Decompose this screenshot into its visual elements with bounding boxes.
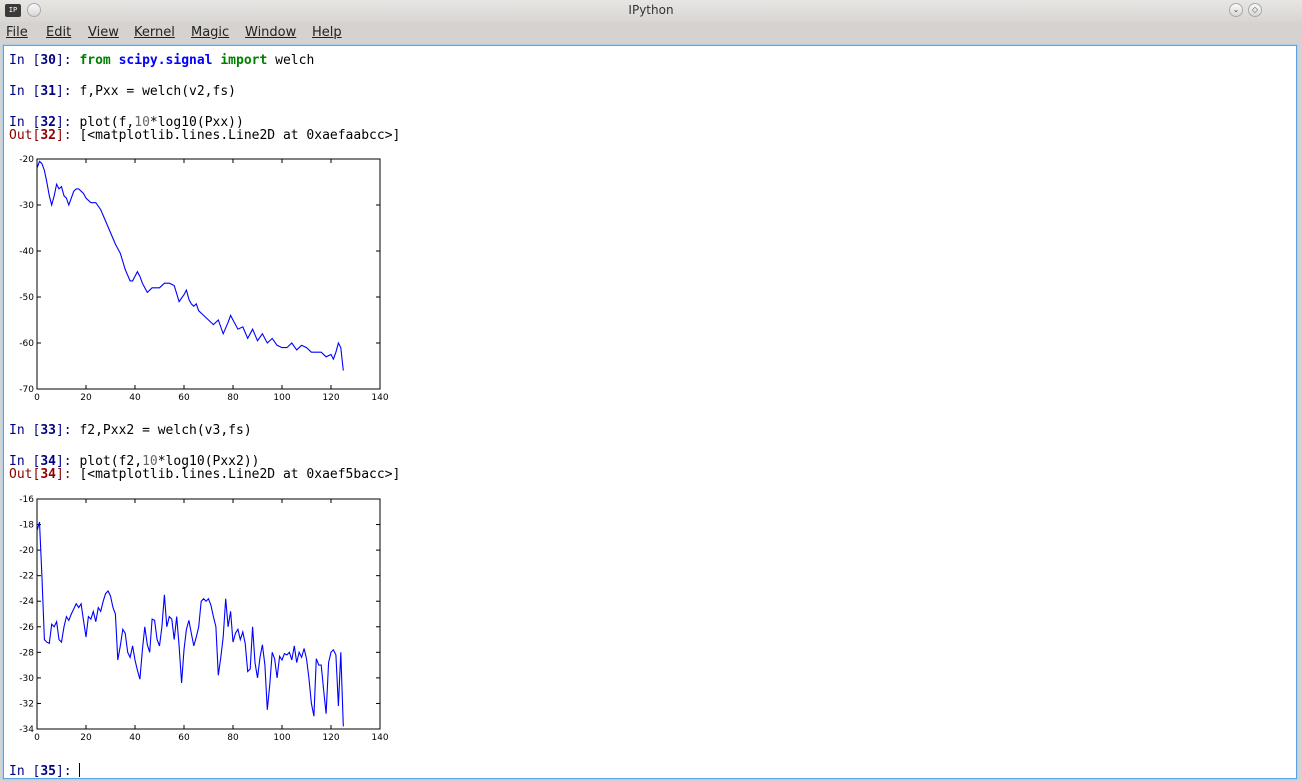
menu-help-label: Help <box>312 25 342 40</box>
menu-view-label: View <box>88 25 119 40</box>
maximize-button[interactable]: ◇ <box>1248 3 1262 17</box>
y-tick-label: -50 <box>19 293 34 303</box>
plot-frame <box>36 498 381 730</box>
minimize-button[interactable]: ⌄ <box>1229 3 1243 17</box>
menu-magic[interactable]: Magic <box>191 25 229 40</box>
x-tick-label: 60 <box>178 393 190 403</box>
x-tick-label: 40 <box>129 733 141 743</box>
y-tick-label: -16 <box>19 495 34 505</box>
y-tick-label: -30 <box>19 201 34 211</box>
y-tick-label: -70 <box>19 385 34 395</box>
x-tick-label: 120 <box>322 393 339 403</box>
y-tick-label: -20 <box>19 546 34 556</box>
menu-help[interactable]: Help <box>312 25 342 40</box>
input-prompt: In [33]: <box>9 423 80 438</box>
x-tick-label: 0 <box>34 733 40 743</box>
input-line-35[interactable]: In [35]: <box>9 763 81 779</box>
menu-window-label: Window <box>245 25 297 40</box>
y-tick-label: -34 <box>19 725 34 735</box>
console-area[interactable]: In [30]: from scipy.signal import welch … <box>3 45 1297 779</box>
y-tick-label: -22 <box>19 572 34 582</box>
menu-view[interactable]: View <box>88 25 119 40</box>
output-line-32: Out[32]: [<matplotlib.lines.Line2D at 0x… <box>9 128 401 143</box>
menu-window[interactable]: Window <box>245 25 296 40</box>
x-tick-label: 140 <box>371 393 388 403</box>
psd-plot-2: 0 20 40 60 80 100 120 140 -16 -18 -20 -22 -24 -26 -28 -… <box>19 495 389 743</box>
y-tick-label: -24 <box>19 597 34 607</box>
x-tick-label: 40 <box>129 393 141 403</box>
x-tick-label: 20 <box>80 393 92 403</box>
input-line-33: In [33]: f2,Pxx2 = welch(v3,fs) <box>9 423 252 438</box>
window-title: IPython <box>628 3 674 17</box>
y-tick-label: -32 <box>19 699 34 709</box>
menu-magic-label: Magic <box>191 25 230 40</box>
input-prompt: In [31]: <box>9 84 80 99</box>
y-tick-label: -60 <box>19 339 34 349</box>
input-prompt: In [30]: <box>9 53 80 68</box>
x-tick-label: 20 <box>80 733 92 743</box>
x-tick-label: 120 <box>322 733 339 743</box>
y-tick-label: -18 <box>19 521 34 531</box>
input-prompt: In [35]: <box>9 764 80 779</box>
input-line-30: In [30]: from scipy.signal import welch <box>9 53 315 68</box>
psd-plot-1: 0 20 40 60 80 100 120 140 -20 -30 -40 -50 -60 -70 <box>19 155 389 403</box>
menu-bar: File Edit View Kernel Magic Window Help <box>0 22 1302 44</box>
menu-file[interactable]: File <box>6 25 28 40</box>
input-line-31: In [31]: f,Pxx = welch(v2,fs) <box>9 84 236 99</box>
x-tick-label: 100 <box>273 393 290 403</box>
x-tick-label: 140 <box>371 733 388 743</box>
menu-kernel-label: Kernel <box>134 25 175 40</box>
x-tick-label: 100 <box>273 733 290 743</box>
y-tick-label: -40 <box>19 247 34 257</box>
y-tick-label: -26 <box>19 623 34 633</box>
plot-frame <box>36 158 381 390</box>
window-titlebar: IP IPython ⌄ ◇ <box>0 0 1302 23</box>
output-prompt: Out[32]: <box>9 128 80 143</box>
menu-edit[interactable]: Edit <box>46 25 71 40</box>
menu-kernel[interactable]: Kernel <box>134 25 175 40</box>
text-cursor <box>79 763 81 777</box>
y-tick-label: -28 <box>19 648 34 658</box>
menu-edit-label: Edit <box>46 25 72 40</box>
y-tick-label: -30 <box>19 674 34 684</box>
x-tick-label: 80 <box>227 733 239 743</box>
x-tick-label: 60 <box>178 733 190 743</box>
output-line-34: Out[34]: [<matplotlib.lines.Line2D at 0x… <box>9 467 401 482</box>
y-tick-label: -20 <box>19 155 34 165</box>
menu-file-label: File <box>6 25 28 40</box>
x-tick-label: 0 <box>34 393 40 403</box>
output-prompt: Out[34]: <box>9 467 80 482</box>
x-tick-label: 80 <box>227 393 239 403</box>
